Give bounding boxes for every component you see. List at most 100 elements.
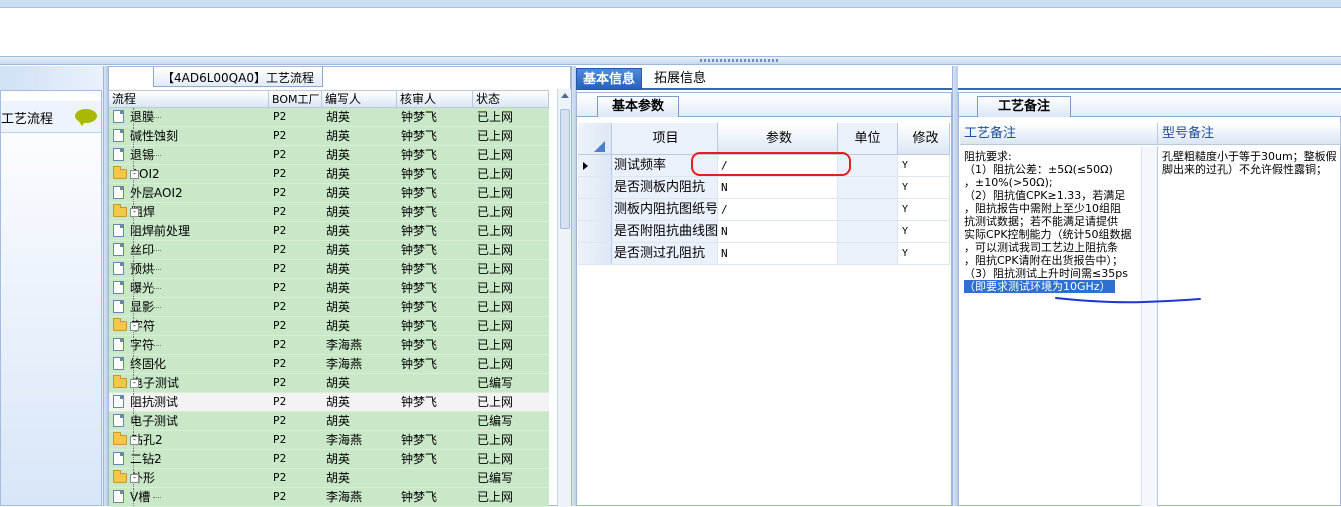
bom-cell: P2 <box>273 148 287 161</box>
tree-vertical-scrollbar[interactable] <box>557 89 571 507</box>
model-notes-text[interactable]: 孔壁粗糙度小于等于30um；整板假 脚出来的过孔）不允许假性露铜； <box>1158 146 1341 506</box>
param-value-cell[interactable]: N <box>718 177 838 198</box>
col-header-unit[interactable]: 单位 <box>838 123 898 154</box>
tree-row[interactable]: 曝光 P2 胡英 钟梦飞 已上网 <box>109 279 549 298</box>
param-row[interactable]: 是否附阻抗曲线图 N Y <box>578 221 950 243</box>
tree-line <box>133 184 134 202</box>
tree-row[interactable]: - 外形 P2 胡英 已编写 <box>109 469 549 488</box>
col-header-bom[interactable]: BOM工厂 <box>269 91 322 107</box>
folder-icon <box>113 204 127 217</box>
writer-cell: 胡英 <box>326 395 351 409</box>
tree-row[interactable]: 二钻2 P2 胡英 钟梦飞 已上网 <box>109 450 549 469</box>
tree-row[interactable]: - 电子测试 P2 胡英 已编写 <box>109 374 549 393</box>
notes-scrollbar[interactable] <box>1142 146 1158 506</box>
tab-process-notes[interactable]: 工艺备注 <box>977 96 1072 117</box>
tree-row[interactable]: 显影 P2 胡英 钟梦飞 已上网 <box>109 298 549 317</box>
tree-row[interactable]: - AOI2 P2 胡英 钟梦飞 已上网 <box>109 165 549 184</box>
params-grid: 项目 参数 单位 修改 测试频率 / Y 是否测板内阻抗 N Y 测板内阻抗图纸号 / Y 是否附… <box>578 123 950 265</box>
reviewer-cell: 钟梦飞 <box>401 319 438 333</box>
col-header-value[interactable]: 参数 <box>718 123 838 154</box>
tree-row[interactable]: 字符 P2 李海燕 钟梦飞 已上网 <box>109 336 549 355</box>
bom-cell: P2 <box>273 167 287 180</box>
col-header-modify[interactable]: 修改 <box>898 123 950 154</box>
scroll-thumb[interactable] <box>560 109 570 229</box>
document-icon <box>113 414 124 427</box>
tree-row[interactable]: 预烘 P2 胡英 钟梦飞 已上网 <box>109 260 549 279</box>
param-value-cell[interactable]: / <box>718 199 838 220</box>
row-indicator[interactable] <box>578 177 612 198</box>
row-indicator[interactable] <box>578 155 612 176</box>
tree-row[interactable]: 丝印 P2 胡英 钟梦飞 已上网 <box>109 241 549 260</box>
document-icon <box>113 490 124 503</box>
tree-row[interactable]: - 钻孔2 P2 李海燕 钟梦飞 已上网 <box>109 431 549 450</box>
tree-row[interactable]: 外层AOI2 P2 胡英 钟梦飞 已上网 <box>109 184 549 203</box>
tree-line <box>133 127 134 145</box>
param-value-cell[interactable]: N <box>718 243 838 264</box>
collapse-icon[interactable]: - <box>130 379 139 388</box>
tree-line <box>133 393 134 411</box>
param-unit-cell[interactable] <box>838 243 898 264</box>
collapse-icon[interactable]: - <box>130 170 139 179</box>
reviewer-cell: 钟梦飞 <box>401 300 438 314</box>
tree-row[interactable]: V槽 P2 李海燕 钟梦飞 已上网 <box>109 488 549 507</box>
status-cell: 已上网 <box>477 490 514 504</box>
horizontal-splitter[interactable] <box>0 56 1341 65</box>
node-name: 显影 <box>109 298 269 316</box>
col-header-reviewer[interactable]: 核审人 <box>397 91 473 107</box>
tree-branch <box>153 364 161 365</box>
col-header-process-notes[interactable]: 工艺备注 <box>960 123 1158 144</box>
node-name: 阻抗测试 <box>109 393 269 411</box>
collapse-icon[interactable]: - <box>130 474 139 483</box>
tab-basic-params[interactable]: 基本参数 <box>597 96 680 117</box>
node-name: - 钻孔2 <box>109 431 269 449</box>
nav-item-label: 工艺流程 <box>1 112 54 127</box>
node-name: 阻焊前处理 <box>109 222 269 240</box>
param-unit-cell[interactable] <box>838 199 898 220</box>
param-row[interactable]: 测板内阻抗图纸号 / Y <box>578 199 950 221</box>
status-cell: 已上网 <box>477 357 514 371</box>
param-modify-cell: Y <box>898 243 950 264</box>
tree-row[interactable]: 阻抗测试 P2 胡英 钟梦飞 已上网 <box>109 393 549 412</box>
tab-extended-info[interactable]: 拓展信息 <box>648 68 712 90</box>
tree-row[interactable]: 碱性蚀刻 P2 胡英 钟梦飞 已上网 <box>109 127 549 146</box>
tree-line <box>133 108 134 126</box>
collapse-icon[interactable]: - <box>130 436 139 445</box>
collapse-icon[interactable]: - <box>130 322 139 331</box>
row-indicator[interactable] <box>578 199 612 220</box>
row-indicator[interactable] <box>578 221 612 242</box>
document-icon <box>113 186 124 199</box>
col-header-item[interactable]: 项目 <box>612 123 718 154</box>
param-unit-cell[interactable] <box>838 177 898 198</box>
top-record-row[interactable] <box>0 0 1341 8</box>
bom-cell: P2 <box>273 110 287 123</box>
document-icon <box>113 262 124 275</box>
col-header-model-notes[interactable]: 型号备注 <box>1158 123 1341 144</box>
col-header-status[interactable]: 状态 <box>473 91 549 107</box>
param-row[interactable]: 是否测板内阻抗 N Y <box>578 177 950 199</box>
header-corner <box>578 123 612 154</box>
document-icon <box>113 281 124 294</box>
tree-row[interactable]: 阻焊前处理 P2 胡英 钟梦飞 已上网 <box>109 222 549 241</box>
writer-cell: 胡英 <box>326 167 351 181</box>
tree-line <box>133 146 134 164</box>
tree-row[interactable]: - 字符 P2 胡英 钟梦飞 已上网 <box>109 317 549 336</box>
tree-row[interactable]: 退膜 P2 胡英 钟梦飞 已上网 <box>109 108 549 127</box>
col-header-writer[interactable]: 编写人 <box>322 91 397 107</box>
tree-row[interactable]: 终固化 P2 李海燕 钟梦飞 已上网 <box>109 355 549 374</box>
col-header-flow[interactable]: 流程 <box>109 91 269 107</box>
scroll-up-icon[interactable] <box>561 93 569 98</box>
tree-row[interactable]: 退锡 P2 胡英 钟梦飞 已上网 <box>109 146 549 165</box>
param-row[interactable]: 是否测过孔阻抗 N Y <box>578 243 950 265</box>
param-unit-cell[interactable] <box>838 221 898 242</box>
nav-item-process-flow[interactable]: 工艺流程 <box>1 101 101 133</box>
node-name: V槽 <box>109 488 269 506</box>
param-value-cell[interactable]: N <box>718 221 838 242</box>
tab-basic-info[interactable]: 基本信息 <box>576 68 643 90</box>
process-notes-text[interactable]: 阻抗要求: （1）阻抗公差：±5Ω(≤50Ω) ，±10%(>50Ω); （2）阻抗值… <box>960 146 1142 506</box>
collapse-icon[interactable]: - <box>130 208 139 217</box>
bom-cell: P2 <box>273 376 287 389</box>
tree-row[interactable]: 电子测试 P2 胡英 已编写 <box>109 412 549 431</box>
chat-bubble-icon[interactable] <box>75 109 97 126</box>
tree-row[interactable]: - 阻焊 P2 胡英 钟梦飞 已上网 <box>109 203 549 222</box>
row-indicator[interactable] <box>578 243 612 264</box>
